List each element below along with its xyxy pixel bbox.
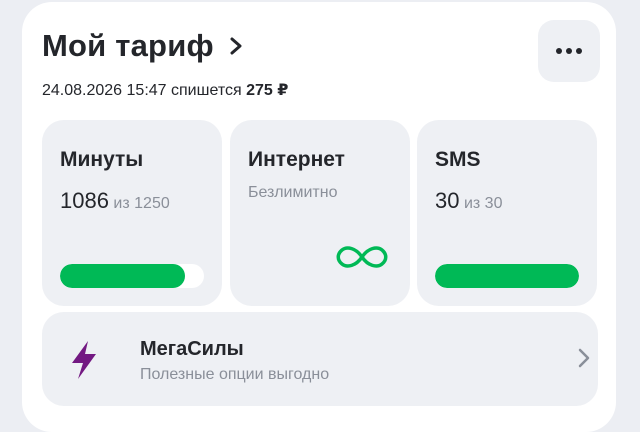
sms-usage: 30 из 30 [435,188,502,214]
minutes-used: 1086 [60,188,109,213]
minutes-progress-bar [60,264,204,288]
page-title: Мой тариф [42,28,214,63]
more-options-button[interactable] [538,20,600,82]
minutes-title: Минуты [60,148,144,171]
sms-total: 30 [484,195,503,212]
infinity-icon [336,246,388,268]
sms-of-label: из [463,195,481,212]
internet-subtitle: Безлимитно [248,184,338,201]
minutes-total: 1250 [134,195,170,212]
tariff-card: Мой тариф 24.08.2026 15:47 спишется 275 … [22,2,616,432]
sms-progress-fill [435,264,579,288]
minutes-usage: 1086 из 1250 [60,188,170,214]
more-dots-icon [556,48,582,54]
options-subtitle: Полезные опции выгодно [140,366,330,383]
megasily-options-row[interactable]: МегаСилы Полезные опции выгодно [42,312,598,406]
chevron-right-icon [578,348,590,368]
internet-title: Интернет [248,148,345,171]
options-title: МегаСилы [140,338,244,360]
next-charge-info: 24.08.2026 15:47 спишется 275 ₽ [42,80,288,100]
lightning-icon [72,341,96,379]
charge-amount: 275 ₽ [246,82,289,99]
charge-text: спишется [171,82,242,99]
charge-datetime: 24.08.2026 15:47 [42,82,167,99]
sms-title: SMS [435,148,481,171]
sms-tile[interactable]: SMS 30 из 30 [417,120,597,306]
internet-tile[interactable]: Интернет Безлимитно [230,120,410,306]
sms-progress-bar [435,264,579,288]
minutes-tile[interactable]: Минуты 1086 из 1250 [42,120,222,306]
tariff-title-link[interactable]: Мой тариф [42,28,244,64]
sms-used: 30 [435,188,460,213]
chevron-right-icon [230,37,242,55]
minutes-progress-fill [60,264,186,288]
minutes-of-label: из [113,195,130,212]
